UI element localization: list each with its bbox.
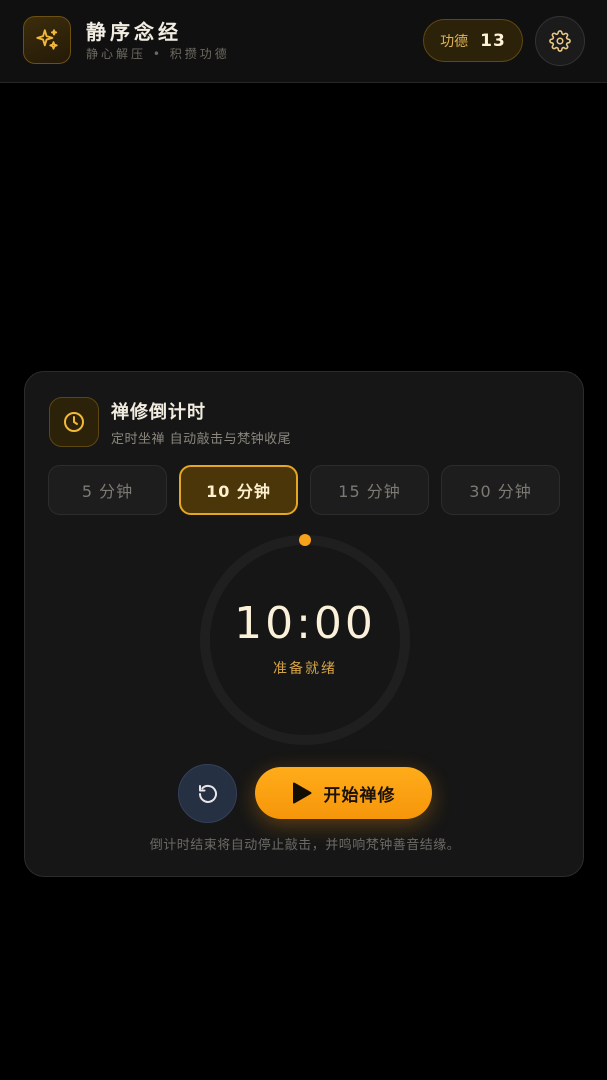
timer-footnote: 倒计时结束将自动停止敲击，并鸣响梵钟善音结缘。 <box>149 838 461 853</box>
reset-icon <box>198 784 217 803</box>
reset-button[interactable] <box>178 764 237 823</box>
duration-option-5[interactable]: 5 分钟 <box>48 465 167 515</box>
clock-icon <box>64 412 84 432</box>
app-logo <box>23 16 71 64</box>
meditation-timer-card: 禅修倒计时 定时坐禅 自动敲击与梵钟收尾 5 分钟 10 分钟 15 分钟 30… <box>24 371 584 877</box>
timer-status: 准备就绪 <box>273 661 337 677</box>
merit-count: 13 <box>480 30 506 51</box>
duration-option-10[interactable]: 10 分钟 <box>179 465 298 515</box>
play-icon <box>292 782 311 804</box>
card-title: 禅修倒计时 <box>111 402 206 423</box>
card-subtitle: 定时坐禅 自动敲击与梵钟收尾 <box>111 432 292 447</box>
app-subtitle: 静心解压 • 积攒功德 <box>86 47 230 61</box>
merit-counter[interactable]: 功德 13 <box>423 19 523 62</box>
duration-option-30[interactable]: 30 分钟 <box>441 465 560 515</box>
settings-button[interactable] <box>535 16 585 66</box>
timer-display: 10:00 <box>234 598 376 649</box>
sparkles-icon <box>36 29 58 50</box>
merit-label: 功德 <box>440 33 469 50</box>
clock-badge <box>49 397 99 447</box>
app-header: 静序念经 静心解压 • 积攒功德 功德 13 <box>0 0 607 83</box>
duration-option-15[interactable]: 15 分钟 <box>310 465 429 515</box>
app-title: 静序念经 <box>86 20 182 44</box>
progress-ring-indicator <box>299 534 311 546</box>
start-button-label: 开始禅修 <box>323 785 396 806</box>
duration-selector: 5 分钟 10 分钟 15 分钟 30 分钟 <box>48 465 560 515</box>
start-meditation-button[interactable]: 开始禅修 <box>255 767 432 819</box>
gear-icon <box>549 30 571 52</box>
